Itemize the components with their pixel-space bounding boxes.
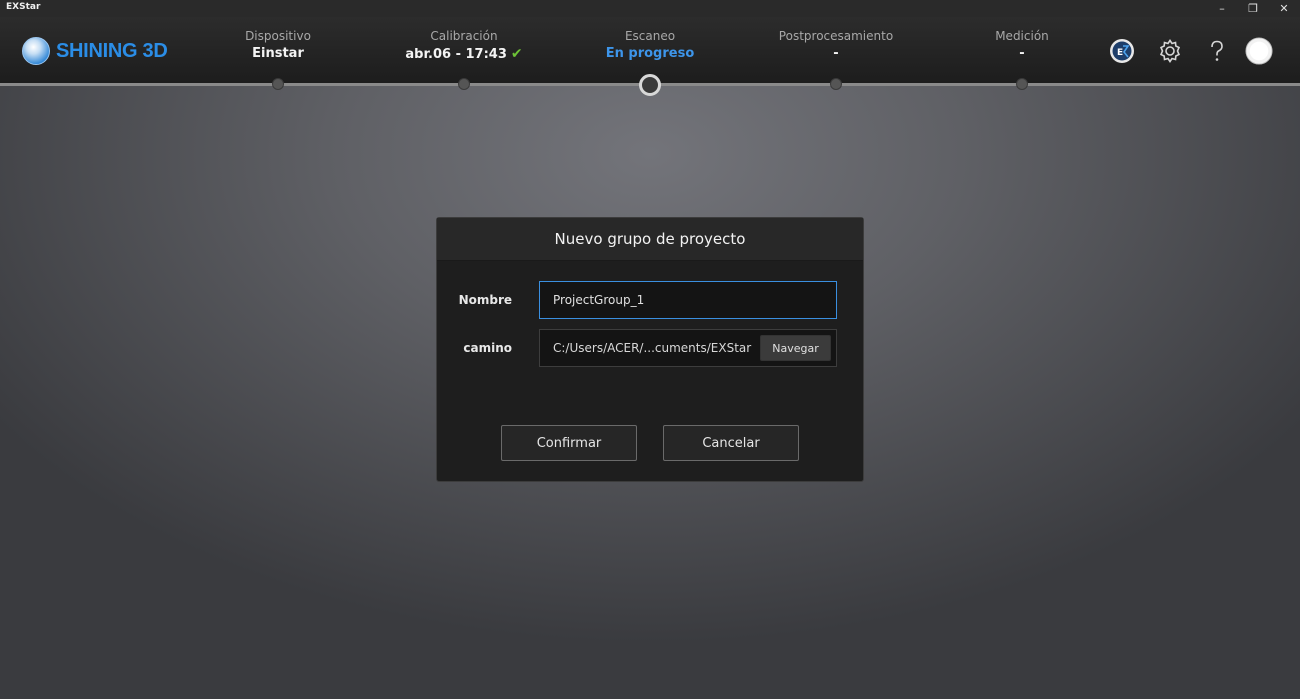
confirm-button[interactable]: Confirmar bbox=[501, 425, 637, 461]
dialog-title: Nuevo grupo de proyecto bbox=[437, 218, 863, 261]
step-label: Dispositivo bbox=[245, 29, 311, 43]
step-dot bbox=[272, 78, 284, 90]
minimize-button[interactable]: – bbox=[1207, 0, 1237, 17]
name-field[interactable] bbox=[539, 281, 837, 319]
step-value: Einstar bbox=[252, 46, 304, 61]
window-titlebar: EXStar – ❐ ✕ bbox=[0, 0, 1300, 17]
name-input[interactable] bbox=[553, 293, 813, 307]
help-icon[interactable] bbox=[1203, 37, 1231, 65]
step-postprocesamiento[interactable]: Postprocesamiento - bbox=[751, 28, 921, 64]
step-value: - bbox=[1019, 46, 1025, 61]
gear-icon[interactable] bbox=[1156, 37, 1184, 65]
globe-logo-icon bbox=[22, 37, 50, 65]
step-dot bbox=[830, 78, 842, 90]
step-label: Postprocesamiento bbox=[778, 29, 894, 43]
step-dot bbox=[458, 78, 470, 90]
restore-button[interactable]: ❐ bbox=[1238, 0, 1268, 17]
step-value: En progreso bbox=[605, 46, 695, 61]
svg-text:E: E bbox=[1117, 48, 1123, 58]
window-title: EXStar bbox=[6, 2, 41, 12]
step-label: Calibración bbox=[430, 29, 498, 43]
step-dot bbox=[1016, 78, 1028, 90]
close-button[interactable]: ✕ bbox=[1269, 0, 1299, 17]
step-label: Escaneo bbox=[624, 29, 676, 43]
path-field: C:/Users/ACER/...cuments/EXStar Navegar bbox=[539, 329, 837, 367]
step-calibracion[interactable]: Calibración abr.06 - 17:43 ✔ bbox=[379, 28, 549, 65]
checkmark-icon: ✔ bbox=[510, 46, 523, 62]
new-project-group-dialog: Nuevo grupo de proyecto Nombre camino C:… bbox=[436, 217, 864, 482]
avatar-icon[interactable] bbox=[1245, 37, 1273, 65]
step-value-wrap: abr.06 - 17:43 ✔ bbox=[379, 44, 549, 65]
step-dispositivo[interactable]: Dispositivo Einstar bbox=[193, 28, 363, 64]
cancel-button[interactable]: Cancelar bbox=[663, 425, 799, 461]
browse-button[interactable]: Navegar bbox=[760, 335, 831, 361]
name-label: Nombre bbox=[458, 293, 512, 307]
path-label: camino bbox=[463, 341, 512, 355]
step-label: Medición bbox=[995, 29, 1049, 43]
step-escaneo[interactable]: Escaneo En progreso bbox=[565, 28, 735, 64]
brand-name: SHINING 3D bbox=[56, 39, 168, 62]
step-medicion[interactable]: Medición - bbox=[937, 28, 1107, 64]
step-value: - bbox=[833, 46, 839, 61]
brand-logo: SHINING 3D bbox=[22, 37, 168, 65]
calibration-date: abr.06 - 17:43 bbox=[405, 47, 507, 62]
path-value: C:/Users/ACER/...cuments/EXStar bbox=[553, 341, 752, 355]
exmodel-icon[interactable]: E bbox=[1108, 37, 1136, 65]
current-step-dot bbox=[639, 74, 661, 96]
